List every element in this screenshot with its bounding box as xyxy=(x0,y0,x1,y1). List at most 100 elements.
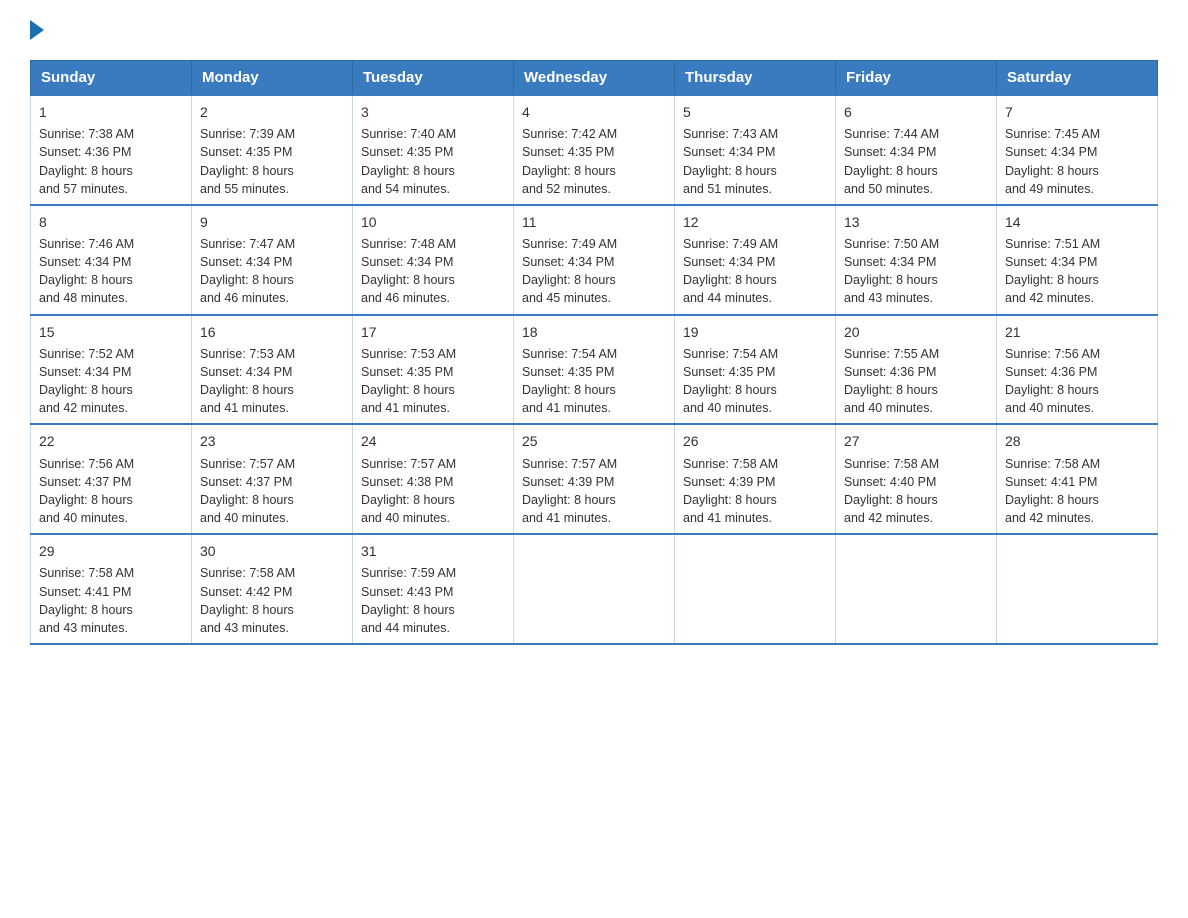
day-sunset: Sunset: 4:34 PM xyxy=(1005,255,1097,269)
page-header xyxy=(30,20,1158,40)
day-number: 17 xyxy=(361,322,505,342)
calendar-cell: 6 Sunrise: 7:44 AM Sunset: 4:34 PM Dayli… xyxy=(836,95,997,205)
day-sunrise: Sunrise: 7:57 AM xyxy=(200,457,295,471)
day-daylight: Daylight: 8 hoursand 42 minutes. xyxy=(39,383,133,415)
day-daylight: Daylight: 8 hoursand 48 minutes. xyxy=(39,273,133,305)
day-number: 5 xyxy=(683,102,827,122)
day-daylight: Daylight: 8 hoursand 52 minutes. xyxy=(522,164,616,196)
day-sunrise: Sunrise: 7:43 AM xyxy=(683,127,778,141)
day-sunset: Sunset: 4:41 PM xyxy=(1005,475,1097,489)
calendar-cell: 17 Sunrise: 7:53 AM Sunset: 4:35 PM Dayl… xyxy=(353,315,514,425)
day-number: 11 xyxy=(522,212,666,232)
day-sunset: Sunset: 4:34 PM xyxy=(39,365,131,379)
day-number: 24 xyxy=(361,431,505,451)
day-sunrise: Sunrise: 7:51 AM xyxy=(1005,237,1100,251)
day-sunset: Sunset: 4:34 PM xyxy=(200,365,292,379)
day-daylight: Daylight: 8 hoursand 46 minutes. xyxy=(200,273,294,305)
day-sunrise: Sunrise: 7:54 AM xyxy=(683,347,778,361)
calendar-cell: 18 Sunrise: 7:54 AM Sunset: 4:35 PM Dayl… xyxy=(514,315,675,425)
day-sunset: Sunset: 4:39 PM xyxy=(683,475,775,489)
day-number: 16 xyxy=(200,322,344,342)
calendar-cell: 9 Sunrise: 7:47 AM Sunset: 4:34 PM Dayli… xyxy=(192,205,353,315)
day-sunset: Sunset: 4:34 PM xyxy=(361,255,453,269)
calendar-cell: 14 Sunrise: 7:51 AM Sunset: 4:34 PM Dayl… xyxy=(997,205,1158,315)
calendar-cell: 23 Sunrise: 7:57 AM Sunset: 4:37 PM Dayl… xyxy=(192,424,353,534)
day-number: 12 xyxy=(683,212,827,232)
calendar-cell xyxy=(997,534,1158,644)
calendar-cell: 31 Sunrise: 7:59 AM Sunset: 4:43 PM Dayl… xyxy=(353,534,514,644)
calendar-cell: 27 Sunrise: 7:58 AM Sunset: 4:40 PM Dayl… xyxy=(836,424,997,534)
calendar-week-row: 8 Sunrise: 7:46 AM Sunset: 4:34 PM Dayli… xyxy=(31,205,1158,315)
day-sunrise: Sunrise: 7:48 AM xyxy=(361,237,456,251)
day-daylight: Daylight: 8 hoursand 41 minutes. xyxy=(200,383,294,415)
day-sunset: Sunset: 4:38 PM xyxy=(361,475,453,489)
calendar-cell: 30 Sunrise: 7:58 AM Sunset: 4:42 PM Dayl… xyxy=(192,534,353,644)
calendar-cell: 29 Sunrise: 7:58 AM Sunset: 4:41 PM Dayl… xyxy=(31,534,192,644)
day-number: 20 xyxy=(844,322,988,342)
day-daylight: Daylight: 8 hoursand 43 minutes. xyxy=(39,603,133,635)
day-sunrise: Sunrise: 7:58 AM xyxy=(39,566,134,580)
weekday-header-tuesday: Tuesday xyxy=(353,61,514,96)
calendar-week-row: 22 Sunrise: 7:56 AM Sunset: 4:37 PM Dayl… xyxy=(31,424,1158,534)
day-daylight: Daylight: 8 hoursand 40 minutes. xyxy=(844,383,938,415)
day-number: 30 xyxy=(200,541,344,561)
day-sunrise: Sunrise: 7:58 AM xyxy=(844,457,939,471)
day-sunrise: Sunrise: 7:58 AM xyxy=(683,457,778,471)
day-sunset: Sunset: 4:34 PM xyxy=(683,255,775,269)
calendar-cell: 4 Sunrise: 7:42 AM Sunset: 4:35 PM Dayli… xyxy=(514,95,675,205)
calendar-cell: 10 Sunrise: 7:48 AM Sunset: 4:34 PM Dayl… xyxy=(353,205,514,315)
day-number: 18 xyxy=(522,322,666,342)
calendar-cell: 2 Sunrise: 7:39 AM Sunset: 4:35 PM Dayli… xyxy=(192,95,353,205)
day-number: 27 xyxy=(844,431,988,451)
day-sunrise: Sunrise: 7:47 AM xyxy=(200,237,295,251)
calendar-cell: 11 Sunrise: 7:49 AM Sunset: 4:34 PM Dayl… xyxy=(514,205,675,315)
day-daylight: Daylight: 8 hoursand 49 minutes. xyxy=(1005,164,1099,196)
day-sunrise: Sunrise: 7:58 AM xyxy=(200,566,295,580)
day-sunrise: Sunrise: 7:57 AM xyxy=(361,457,456,471)
weekday-header-friday: Friday xyxy=(836,61,997,96)
day-daylight: Daylight: 8 hoursand 51 minutes. xyxy=(683,164,777,196)
day-sunrise: Sunrise: 7:40 AM xyxy=(361,127,456,141)
day-number: 26 xyxy=(683,431,827,451)
day-number: 7 xyxy=(1005,102,1149,122)
day-daylight: Daylight: 8 hoursand 43 minutes. xyxy=(200,603,294,635)
calendar-cell: 21 Sunrise: 7:56 AM Sunset: 4:36 PM Dayl… xyxy=(997,315,1158,425)
day-daylight: Daylight: 8 hoursand 44 minutes. xyxy=(361,603,455,635)
weekday-header-sunday: Sunday xyxy=(31,61,192,96)
day-number: 6 xyxy=(844,102,988,122)
calendar-week-row: 15 Sunrise: 7:52 AM Sunset: 4:34 PM Dayl… xyxy=(31,315,1158,425)
logo xyxy=(30,20,46,40)
logo-blue-part xyxy=(30,20,46,40)
day-sunset: Sunset: 4:42 PM xyxy=(200,585,292,599)
day-sunrise: Sunrise: 7:39 AM xyxy=(200,127,295,141)
day-daylight: Daylight: 8 hoursand 55 minutes. xyxy=(200,164,294,196)
day-sunset: Sunset: 4:35 PM xyxy=(522,365,614,379)
day-sunrise: Sunrise: 7:46 AM xyxy=(39,237,134,251)
weekday-header-thursday: Thursday xyxy=(675,61,836,96)
calendar-week-row: 29 Sunrise: 7:58 AM Sunset: 4:41 PM Dayl… xyxy=(31,534,1158,644)
day-sunset: Sunset: 4:34 PM xyxy=(683,145,775,159)
day-number: 23 xyxy=(200,431,344,451)
day-number: 19 xyxy=(683,322,827,342)
day-number: 9 xyxy=(200,212,344,232)
calendar-cell xyxy=(675,534,836,644)
day-sunset: Sunset: 4:37 PM xyxy=(200,475,292,489)
day-sunrise: Sunrise: 7:56 AM xyxy=(39,457,134,471)
calendar-cell: 15 Sunrise: 7:52 AM Sunset: 4:34 PM Dayl… xyxy=(31,315,192,425)
day-sunset: Sunset: 4:43 PM xyxy=(361,585,453,599)
calendar-cell: 20 Sunrise: 7:55 AM Sunset: 4:36 PM Dayl… xyxy=(836,315,997,425)
day-number: 22 xyxy=(39,431,183,451)
day-sunrise: Sunrise: 7:54 AM xyxy=(522,347,617,361)
day-daylight: Daylight: 8 hoursand 50 minutes. xyxy=(844,164,938,196)
day-sunrise: Sunrise: 7:57 AM xyxy=(522,457,617,471)
day-daylight: Daylight: 8 hoursand 40 minutes. xyxy=(39,493,133,525)
day-number: 3 xyxy=(361,102,505,122)
day-sunrise: Sunrise: 7:44 AM xyxy=(844,127,939,141)
day-daylight: Daylight: 8 hoursand 41 minutes. xyxy=(522,493,616,525)
day-daylight: Daylight: 8 hoursand 45 minutes. xyxy=(522,273,616,305)
weekday-header-saturday: Saturday xyxy=(997,61,1158,96)
day-sunset: Sunset: 4:34 PM xyxy=(522,255,614,269)
day-sunset: Sunset: 4:34 PM xyxy=(844,145,936,159)
day-sunrise: Sunrise: 7:50 AM xyxy=(844,237,939,251)
day-daylight: Daylight: 8 hoursand 54 minutes. xyxy=(361,164,455,196)
